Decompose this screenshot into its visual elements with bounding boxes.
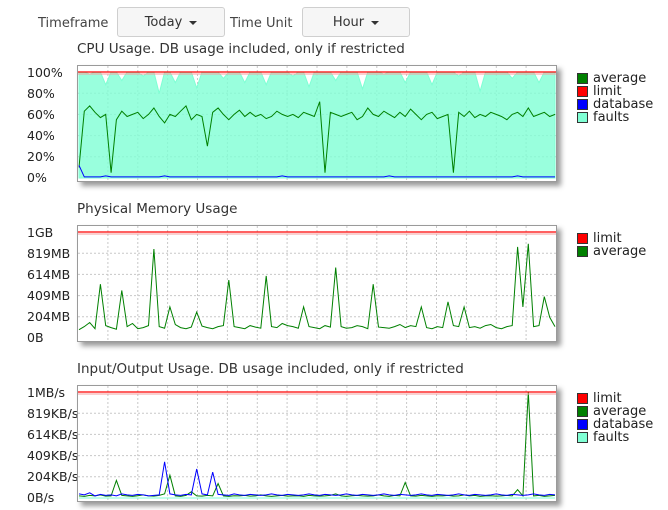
timeframe-value: Today: [144, 14, 183, 30]
io-plot-area: [77, 385, 557, 502]
cpu-legend: average limit database faults: [577, 71, 653, 125]
io-ytick-label: 614KB/s: [27, 428, 77, 442]
cpu-ytick-label: 20%: [27, 150, 55, 164]
legend-swatch: [577, 393, 588, 404]
legend-swatch: [577, 432, 588, 443]
legend-swatch: [577, 419, 588, 430]
io-ytick-label: 0B/s: [27, 491, 55, 505]
legend-swatch: [577, 112, 588, 123]
io-legend: limit average database faults: [577, 391, 653, 445]
io-chart-title: Input/Output Usage. DB usage included, o…: [77, 361, 464, 377]
legend-swatch: [577, 73, 588, 84]
toolbar: Timeframe Today Time Unit Hour: [0, 0, 668, 46]
memory-plot-svg: [78, 226, 556, 341]
cpu-ytick-label: 100%: [27, 66, 63, 80]
legend-swatch: [577, 233, 588, 244]
io-ytick-label: 204KB/s: [27, 470, 77, 484]
faults-series-area: [78, 71, 556, 179]
io-ytick-label: 1MB/s: [27, 386, 66, 400]
cpu-plot-area: [77, 65, 557, 182]
timeunit-label: Time Unit: [230, 16, 293, 31]
memory-ytick-label: 819MB: [27, 247, 71, 261]
cpu-plot-svg: [78, 66, 556, 181]
memory-ytick-label: 614MB: [27, 268, 71, 282]
cpu-ytick-label: 0%: [27, 171, 47, 185]
legend-label: faults: [593, 430, 630, 445]
cpu-ytick-label: 40%: [27, 129, 55, 143]
memory-ytick-label: 204MB: [27, 310, 71, 324]
io-plot-svg: [78, 386, 556, 501]
legend-label: faults: [593, 110, 630, 125]
timeunit-value: Hour: [332, 14, 365, 30]
legend-item-average: average: [577, 244, 647, 259]
memory-plot-area: [77, 225, 557, 342]
cpu-ytick-label: 60%: [27, 108, 55, 122]
timeunit-dropdown[interactable]: Hour: [302, 7, 410, 37]
memory-ytick-label: 409MB: [27, 289, 71, 303]
legend-swatch: [577, 406, 588, 417]
caret-down-icon: [371, 21, 380, 25]
io-ytick-label: 409KB/s: [27, 449, 77, 463]
io-ytick-label: 819KB/s: [27, 407, 77, 421]
memory-chart-title: Physical Memory Usage: [77, 201, 238, 217]
legend-label: average: [593, 244, 647, 259]
memory-ytick-label: 1GB: [27, 226, 54, 240]
cpu-chart-title: CPU Usage. DB usage included, only if re…: [77, 41, 405, 57]
caret-down-icon: [189, 21, 198, 25]
timeframe-label: Timeframe: [38, 16, 109, 31]
legend-swatch: [577, 99, 588, 110]
legend-swatch: [577, 86, 588, 97]
cpu-ytick-label: 80%: [27, 87, 55, 101]
memory-legend: limit average: [577, 231, 647, 259]
legend-item-faults: faults: [577, 110, 653, 125]
timeframe-dropdown[interactable]: Today: [117, 7, 225, 37]
memory-ytick-label: 0B: [27, 331, 44, 345]
legend-item-faults: faults: [577, 430, 653, 445]
legend-swatch: [577, 246, 588, 257]
